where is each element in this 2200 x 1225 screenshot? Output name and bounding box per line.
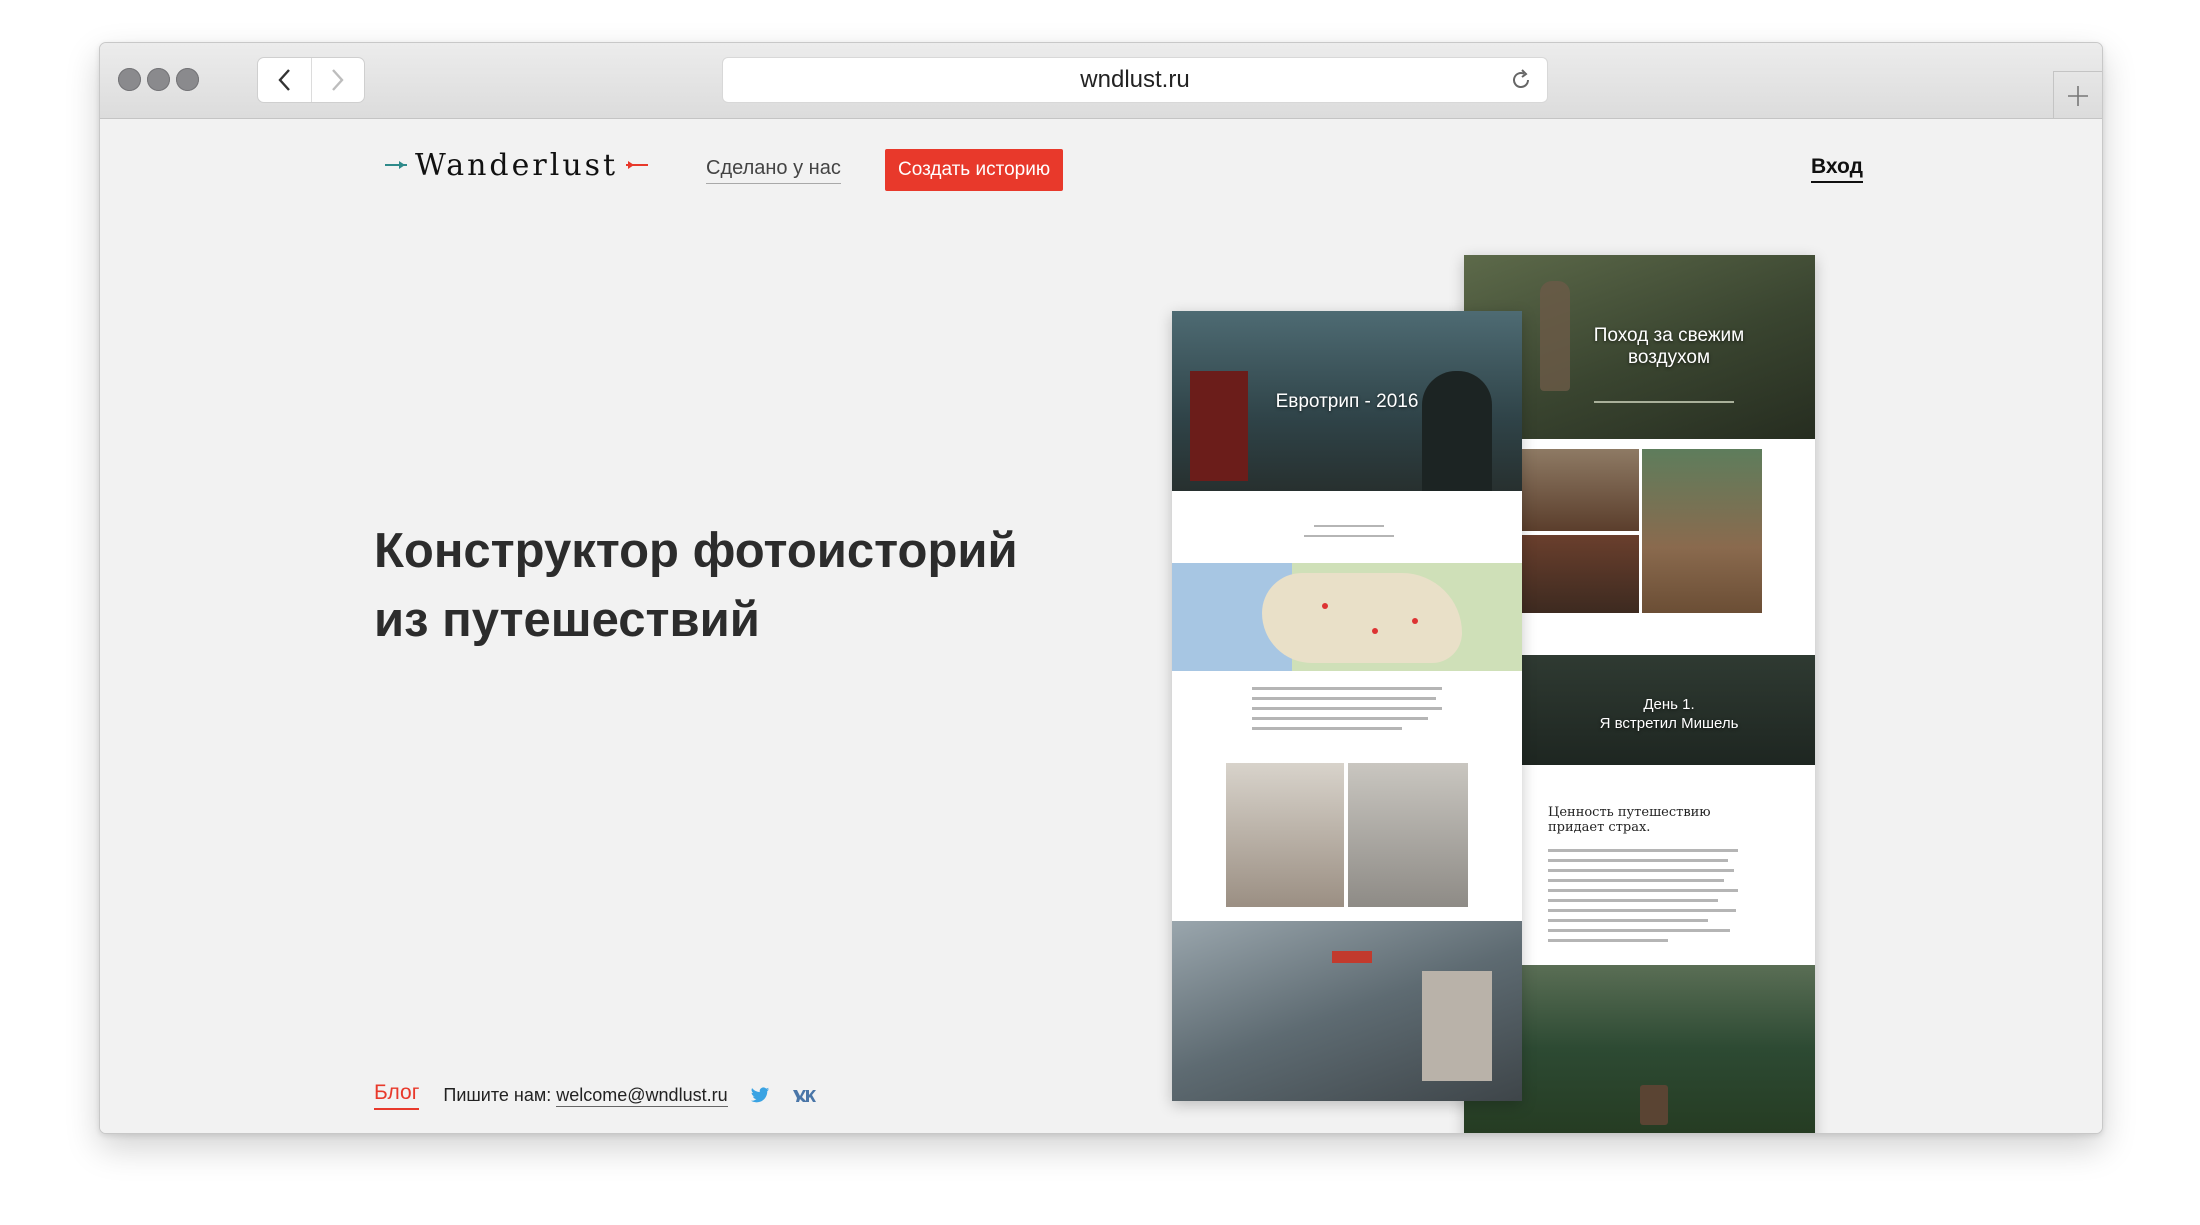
forward-button[interactable] [310,58,365,102]
street-photo [1172,921,1522,1101]
url-text: wndlust.ru [1080,66,1190,93]
logo[interactable]: Wanderlust [385,145,649,185]
left-preview-title: Евротрип - 2016 [1275,391,1419,412]
footer: Блог Пишите нам: welcome@wndlust.ru [374,1081,816,1110]
browser-toolbar: wndlust.ru [100,43,2102,119]
vk-icon[interactable] [792,1089,816,1103]
hero-line-1: Конструктор фотоисторий [374,524,1018,578]
left-feather-icon [385,161,407,169]
chevron-right-icon [331,69,344,91]
right-feather-icon [626,161,649,169]
chevron-left-icon [278,69,291,91]
building-hero-photo: Евротрип - 2016 [1172,311,1522,491]
twitter-icon[interactable] [750,1087,770,1104]
write-us-label: Пишите нам: [443,1085,552,1105]
page-content: Wanderlust Сделано у нас Создать историю… [100,119,2102,1133]
made-here-link[interactable]: Сделано у нас [706,157,841,184]
minimize-window-button[interactable] [147,68,170,91]
article-heading: Ценность путешествию придает страх. [1548,805,1711,835]
plus-icon [2068,85,2088,106]
browser-window: wndlust.ru Wanderlust Сделано у нас Созд… [99,42,2103,1134]
new-tab-button[interactable] [2053,71,2102,119]
paris-photos [1172,751,1522,921]
reload-icon[interactable] [1509,68,1533,92]
back-button[interactable] [258,58,311,102]
email-link[interactable]: welcome@wndlust.ru [556,1085,728,1107]
logo-text: Wanderlust [415,147,619,183]
history-nav [257,57,365,103]
preview-left: Евротрип - 2016 [1172,311,1522,1101]
day-one-caption: День 1. Я встретил Мишель [1599,696,1739,732]
left-article-text [1172,671,1522,751]
address-bar[interactable]: wndlust.ru [722,57,1548,103]
login-link[interactable]: Вход [1811,155,1863,183]
blog-link[interactable]: Блог [374,1081,420,1110]
map-image [1172,563,1522,671]
hero-headline: Конструктор фотоисторий из путешествий [374,517,1134,655]
hero-line-2: из путешествий [374,593,760,647]
right-preview-title: Поход за свежим воздухом [1593,325,1745,368]
zoom-window-button[interactable] [176,68,199,91]
create-story-button[interactable]: Создать историю [885,149,1064,191]
close-window-button[interactable] [118,68,141,91]
preview-nav [1172,491,1522,563]
